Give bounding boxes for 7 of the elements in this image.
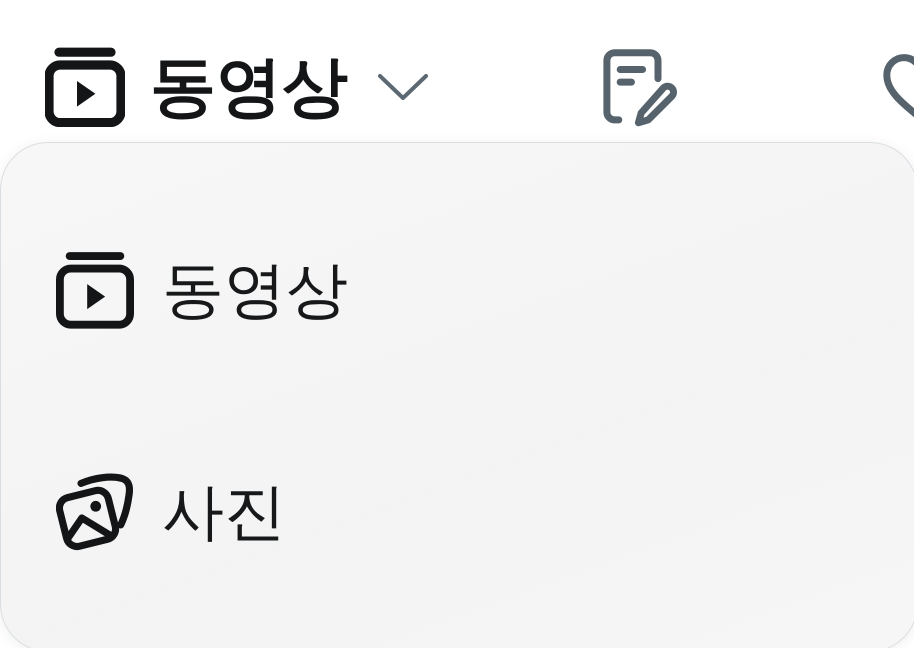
menu-item[interactable]: 동영상 (56, 252, 348, 328)
chevron-down-icon (377, 72, 429, 102)
menu-item[interactable]: 사진 (56, 474, 286, 550)
video-icon (45, 47, 125, 127)
video-icon (56, 251, 134, 329)
title-dropdown[interactable]: 동영상 (45, 45, 429, 129)
photos-icon (56, 473, 134, 551)
